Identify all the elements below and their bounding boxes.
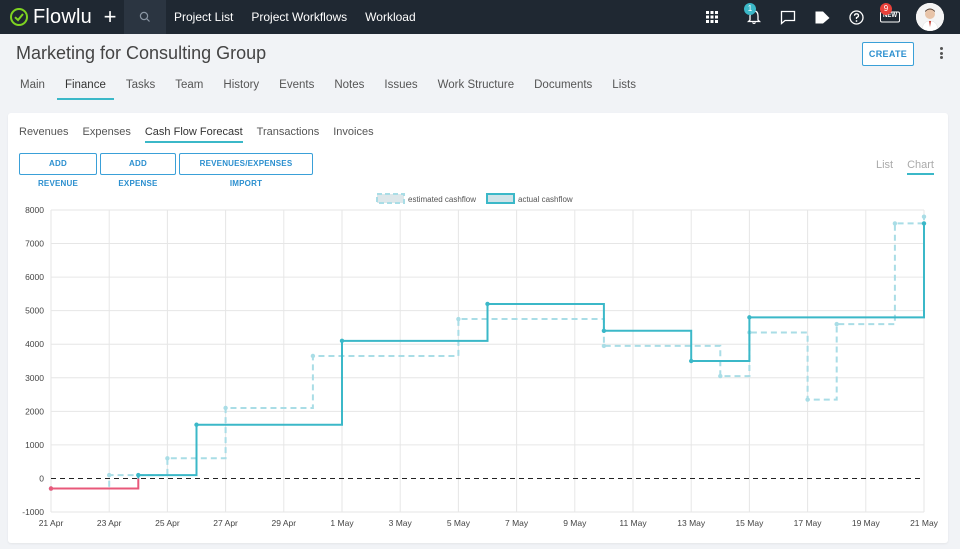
estimated-point — [892, 221, 898, 226]
x-tick-label: 9 May — [563, 518, 587, 528]
y-tick-label: 4000 — [25, 339, 44, 349]
y-tick-label: 8000 — [25, 205, 44, 215]
x-tick-label: 15 May — [735, 518, 764, 528]
y-tick-label: 0 — [39, 473, 44, 483]
estimated-point — [921, 214, 927, 219]
y-tick-label: -1000 — [22, 507, 44, 517]
estimated-point — [107, 472, 112, 478]
x-tick-label: 23 Apr — [97, 518, 122, 528]
legend-label: estimated cashflow — [408, 195, 476, 204]
y-tick-label: 1000 — [25, 440, 44, 450]
y-tick-label: 7000 — [25, 239, 44, 249]
y-tick-label: 2000 — [25, 406, 44, 416]
x-tick-label: 3 May — [389, 518, 413, 528]
x-tick-label: 21 May — [910, 518, 939, 528]
series-actual-line — [137, 223, 925, 479]
chart-grid — [50, 209, 925, 513]
actual-point — [194, 422, 199, 427]
x-tick-label: 13 May — [677, 518, 706, 528]
legend-swatch — [376, 193, 405, 204]
estimated-point — [310, 353, 316, 359]
legend-swatch — [486, 193, 515, 204]
y-tick-label: 5000 — [25, 306, 44, 316]
actual-point — [601, 328, 607, 333]
estimated-point — [834, 321, 839, 327]
x-tick-label: 27 Apr — [213, 518, 238, 528]
x-tick-label: 7 May — [505, 518, 529, 528]
actual-point — [136, 472, 141, 478]
series-estimated-line — [51, 216, 925, 490]
x-tick-label: 21 Apr — [39, 518, 64, 528]
x-tick-label: 1 May — [330, 518, 354, 528]
estimated-point — [223, 405, 228, 411]
chart-legend: estimated cashflow actual cashflow — [376, 193, 573, 204]
x-tick-label: 17 May — [794, 518, 823, 528]
actual-point — [339, 338, 345, 344]
x-tick-label: 5 May — [447, 518, 471, 528]
cash-flow-chart: 8000 7000 6000 5000 4000 3000 2000 1000 0 -1000 2… — [22, 193, 939, 528]
estimated-point — [165, 456, 170, 461]
x-tick-label: 25 Apr — [155, 518, 180, 528]
estimated-point — [456, 316, 461, 322]
y-tick-label: 6000 — [25, 272, 44, 282]
x-tick-label: 29 Apr — [272, 518, 297, 528]
legend-label: actual cashflow — [518, 195, 573, 204]
x-tick-label: 11 May — [619, 518, 647, 528]
x-axis-labels: 21 Apr 23 Apr 25 Apr 27 Apr 29 Apr 1 May 3 May… — [39, 518, 939, 528]
estimated-point — [805, 397, 810, 402]
actual-point — [689, 358, 694, 364]
y-axis-labels: 8000 7000 6000 5000 4000 3000 2000 1000 0 -1000 — [22, 205, 44, 517]
actual-point — [747, 315, 752, 320]
chart-series — [48, 214, 927, 491]
x-tick-label: 19 May — [852, 518, 881, 528]
y-tick-label: 3000 — [25, 373, 44, 383]
estimated-point — [601, 343, 607, 349]
actual-point — [48, 486, 54, 491]
actual-point — [921, 221, 927, 226]
series-actual-negative-line — [51, 478, 140, 490]
estimated-point — [718, 373, 723, 379]
actual-point — [485, 301, 490, 307]
